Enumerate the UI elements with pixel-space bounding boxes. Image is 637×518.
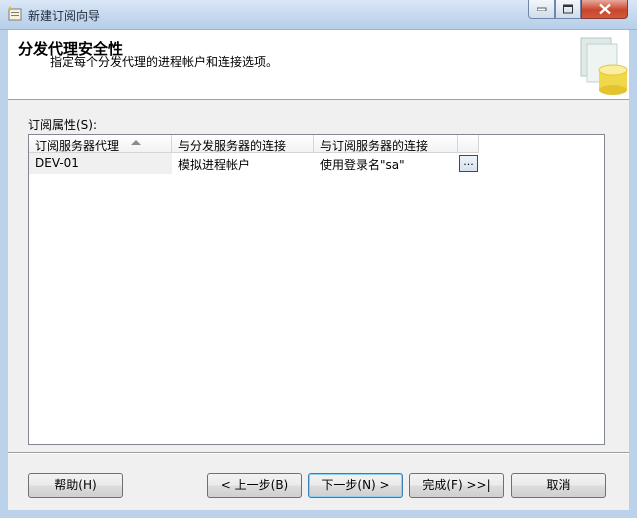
- column-header-distributor-connection[interactable]: 与分发服务器的连接: [172, 135, 314, 153]
- database-wizard-graphic: [580, 37, 628, 95]
- wizard-window: 新建订阅向导 分发代理安全性 指定每个分发代理的进程帐户和连接选项。 订阅属性(…: [0, 0, 637, 518]
- subscription-properties-label: 订阅属性(S):: [28, 118, 98, 132]
- column-header-label: 订阅服务器代理: [35, 139, 120, 153]
- help-button[interactable]: 帮助(H): [28, 473, 123, 498]
- maximize-button[interactable]: [555, 0, 581, 19]
- wizard-body: 分发代理安全性 指定每个分发代理的进程帐户和连接选项。 订阅属性(S): 订阅服…: [8, 30, 629, 510]
- cancel-button[interactable]: 取消: [511, 473, 606, 498]
- wizard-app-icon: [8, 6, 22, 21]
- maximize-icon: [563, 4, 573, 14]
- window-title: 新建订阅向导: [28, 9, 101, 23]
- sort-ascending-icon: [131, 140, 141, 145]
- column-header-label: 与订阅服务器的连接: [320, 139, 429, 153]
- next-button[interactable]: 下一步(N) >: [308, 473, 403, 498]
- cell-subscriber-connection[interactable]: 使用登录名"sa": [314, 153, 458, 174]
- minimize-button[interactable]: [528, 0, 555, 19]
- footer-separator: [8, 452, 629, 454]
- column-header-subscriber-connection[interactable]: 与订阅服务器的连接: [314, 135, 458, 153]
- close-button[interactable]: [581, 0, 628, 19]
- cell-agent[interactable]: DEV-01: [29, 153, 172, 174]
- agent-security-ellipsis-button[interactable]: ...: [459, 155, 478, 172]
- close-icon: [598, 3, 611, 15]
- finish-button[interactable]: 完成(F) >>|: [409, 473, 504, 498]
- minimize-icon: [536, 7, 546, 11]
- back-button[interactable]: < 上一步(B): [207, 473, 302, 498]
- wizard-header: 分发代理安全性 指定每个分发代理的进程帐户和连接选项。: [8, 30, 629, 100]
- column-header-subscriber-agent[interactable]: 订阅服务器代理: [29, 135, 172, 153]
- column-header-label: 与分发服务器的连接: [178, 139, 287, 153]
- cell-distributor-connection[interactable]: 模拟进程帐户: [172, 153, 314, 174]
- page-subtitle: 指定每个分发代理的进程帐户和连接选项。: [50, 55, 279, 69]
- column-header-button: [458, 135, 479, 153]
- subscription-properties-grid[interactable]: 订阅服务器代理 与分发服务器的连接 与订阅服务器的连接 DEV-01 模拟进程帐…: [28, 134, 605, 445]
- title-bar[interactable]: 新建订阅向导: [0, 0, 637, 30]
